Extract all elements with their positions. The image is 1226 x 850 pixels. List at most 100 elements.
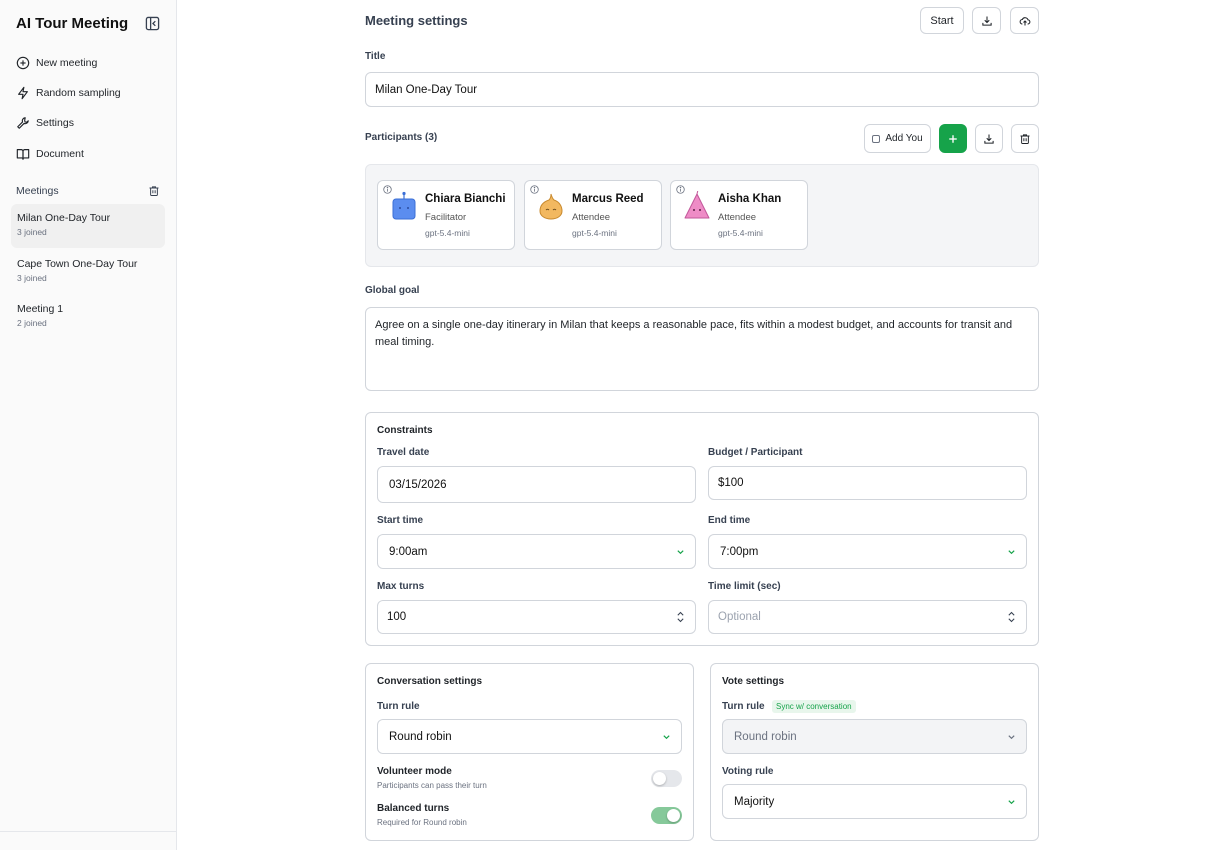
meeting-name: Milan One-Day Tour [17,212,111,224]
voting-rule-select[interactable]: Majority [722,784,1027,819]
download-button[interactable] [972,7,1001,34]
meetings-header: Meetings [16,185,59,197]
chevron-down-icon [1008,799,1015,804]
plus-circle-icon [16,56,30,70]
lightning-icon [18,86,28,100]
nav-label: Random sampling [36,87,121,99]
time-limit-label: Time limit (sec) [708,581,781,592]
meeting-name: Meeting 1 [17,303,64,315]
constraints-title: Constraints [377,425,433,436]
delete-participants-button[interactable] [1011,124,1039,153]
participant-model: gpt-5.4-mini [572,228,617,238]
start-time-label: Start time [377,515,424,526]
participant-card[interactable]: Chiara Bianchi Facilitator gpt-5.4-mini [377,180,515,250]
stepper-arrows-icon[interactable] [676,610,685,624]
download-icon [981,16,992,26]
nav-document[interactable]: Document [16,144,84,164]
end-time-label: End time [708,515,751,526]
meeting-joined: 3 joined [17,273,47,283]
blob-avatar-icon [539,193,563,220]
volunteer-mode-label: Volunteer mode [377,766,452,777]
meeting-joined: 2 joined [17,318,47,328]
toggle-knob [667,809,680,822]
participant-model: gpt-5.4-mini [425,228,470,238]
time-limit-placeholder: Optional [718,611,761,623]
cloud-upload-icon [1019,16,1030,25]
add-you-button[interactable]: Add You [864,124,931,153]
budget-label: Budget / Participant [708,447,803,458]
balanced-turns-toggle[interactable] [651,807,682,824]
nav-random-sampling[interactable]: Random sampling [16,83,121,103]
end-time-select[interactable]: 7:00pm [708,534,1027,569]
nav-settings[interactable]: Settings [16,113,74,133]
add-participant-button[interactable] [939,124,967,153]
toggle-knob [653,772,666,785]
meeting-item[interactable]: Milan One-Day Tour 3 joined [11,204,165,248]
conversation-settings-title: Conversation settings [377,676,483,687]
budget-input[interactable]: $100 [708,466,1027,500]
trash-icon[interactable] [148,185,160,197]
turn-rule-value: Round robin [389,730,452,743]
participants-list: Chiara Bianchi Facilitator gpt-5.4-mini … [365,164,1039,267]
sidebar-divider [0,831,177,832]
trash-icon [1020,133,1030,144]
max-turns-value: 100 [387,611,407,623]
voting-rule-value: Majority [734,795,775,808]
volunteer-mode-toggle[interactable] [651,770,682,787]
sync-badge: Sync w/ conversation [772,700,856,713]
triangle-avatar-icon [684,191,710,219]
page-title: Meeting settings [365,13,468,28]
nav-label: New meeting [36,57,98,69]
participants-label: Participants (3) [365,132,438,143]
meeting-item[interactable]: Cape Town One-Day Tour 3 joined [11,250,165,294]
end-time-value: 7:00pm [720,545,759,558]
meeting-name: Cape Town One-Day Tour [17,258,138,270]
balanced-turns-label: Balanced turns [377,803,450,814]
time-limit-input[interactable]: Optional [708,600,1027,634]
participant-role: Attendee [718,212,757,223]
participant-card[interactable]: Aisha Khan Attendee gpt-5.4-mini [670,180,808,250]
max-turns-label: Max turns [377,581,425,592]
participant-name: Chiara Bianchi [425,193,506,205]
balanced-turns-description: Required for Round robin [377,818,467,827]
chevron-down-icon [1008,734,1015,739]
turn-rule-select[interactable]: Round robin [377,719,682,754]
participant-role: Attendee [572,212,611,223]
stepper-arrows-icon[interactable] [1007,610,1016,624]
travel-date-label: Travel date [377,447,430,458]
title-label: Title [365,51,386,62]
vote-turn-rule-value: Round robin [734,730,797,743]
turn-rule-label: Turn rule [377,701,420,712]
nav-label: Settings [36,117,74,129]
start-time-select[interactable]: 9:00am [377,534,696,569]
chevron-down-icon [677,549,684,554]
budget-value: $100 [718,477,744,489]
volunteer-mode-description: Participants can pass their turn [377,781,487,790]
title-input[interactable]: Milan One-Day Tour [365,72,1039,107]
title-value: Milan One-Day Tour [375,83,478,96]
global-goal-label: Global goal [365,285,420,296]
participant-model: gpt-5.4-mini [718,228,763,238]
plus-icon [949,134,957,143]
chevron-down-icon [1008,549,1015,554]
download-icon [984,134,994,144]
start-button[interactable]: Start [920,7,964,34]
participant-card[interactable]: Marcus Reed Attendee gpt-5.4-mini [524,180,662,250]
participant-name: Aisha Khan [718,193,782,205]
upload-cloud-button[interactable] [1010,7,1039,34]
travel-date-input[interactable]: 03/15/2026 [377,466,696,503]
meeting-joined: 3 joined [17,227,47,237]
max-turns-input[interactable]: 100 [377,600,696,634]
robot-avatar-icon [392,191,416,220]
download-participants-button[interactable] [975,124,1003,153]
add-you-label: Add You [885,133,923,144]
sidebar-collapse-icon[interactable] [145,16,160,31]
app-title: AI Tour Meeting [16,15,129,32]
global-goal-textarea[interactable]: Agree on a single one-day itinerary in M… [365,307,1039,391]
vote-settings-title: Vote settings [722,676,785,687]
start-time-value: 9:00am [389,545,428,558]
meeting-item[interactable]: Meeting 1 2 joined [11,295,165,339]
travel-date-value: 03/15/2026 [389,478,447,491]
sidebar: AI Tour Meeting New meeting Random sampl… [0,0,177,850]
nav-new-meeting[interactable]: New meeting [16,53,97,73]
